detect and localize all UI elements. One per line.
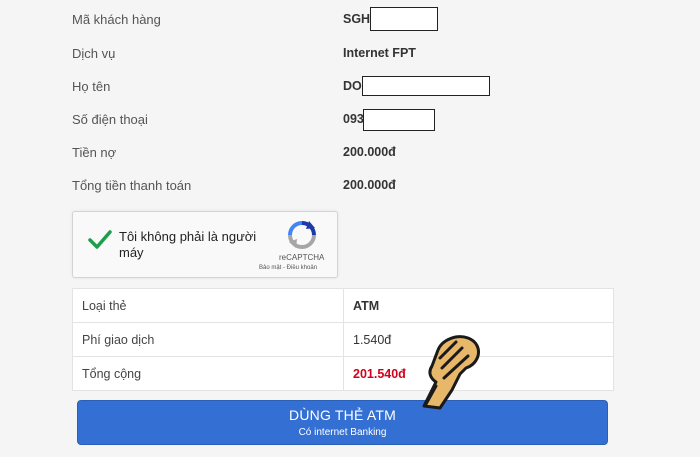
redaction-box [362, 76, 490, 96]
recaptcha-text: Tôi không phải là người máy [119, 229, 257, 260]
debt-label: Tiền nợ [72, 145, 117, 160]
name-label: Họ tên [72, 79, 111, 94]
table-row: Loại thẻ ATM [72, 288, 614, 323]
table-row: Tổng cộng 201.540đ [72, 356, 614, 391]
pointing-hand-icon [416, 328, 484, 417]
phone-label: Số điện thoại [72, 112, 148, 127]
total-payment-value: 200.000đ [343, 178, 396, 192]
recaptcha-logo-icon [287, 220, 317, 255]
checkmark-icon[interactable] [87, 229, 113, 256]
recaptcha-widget[interactable]: Tôi không phải là người máy reCAPTCHA Bả… [72, 211, 338, 278]
card-type-label: Loại thẻ [72, 288, 344, 323]
service-label: Dịch vụ [72, 46, 116, 61]
recaptcha-brand: reCAPTCHA [279, 253, 325, 262]
grand-total-label: Tổng cộng [72, 356, 344, 391]
total-payment-label: Tổng tiền thanh toán [72, 178, 192, 193]
pay-button-label: DÙNG THẺ ATM [289, 407, 396, 423]
redaction-box [370, 7, 438, 31]
customer-code-label: Mã khách hàng [72, 12, 161, 27]
card-type-value: ATM [343, 288, 614, 323]
name-value: DO [343, 79, 362, 93]
service-value: Internet FPT [343, 46, 416, 60]
phone-value: 093 [343, 112, 364, 126]
pay-with-atm-button[interactable]: DÙNG THẺ ATM Có internet Banking [77, 400, 608, 445]
pay-button-sublabel: Có internet Banking [298, 427, 387, 438]
table-row: Phí giao dịch 1.540đ [72, 322, 614, 357]
recaptcha-terms-link[interactable]: Bảo mật - Điều khoản [259, 265, 317, 271]
payment-summary-table: Loại thẻ ATM Phí giao dịch 1.540đ Tổng c… [72, 288, 614, 391]
fee-label: Phí giao dịch [72, 322, 344, 357]
redaction-box [363, 109, 435, 131]
customer-code-value: SGH [343, 12, 371, 26]
debt-value: 200.000đ [343, 145, 396, 159]
